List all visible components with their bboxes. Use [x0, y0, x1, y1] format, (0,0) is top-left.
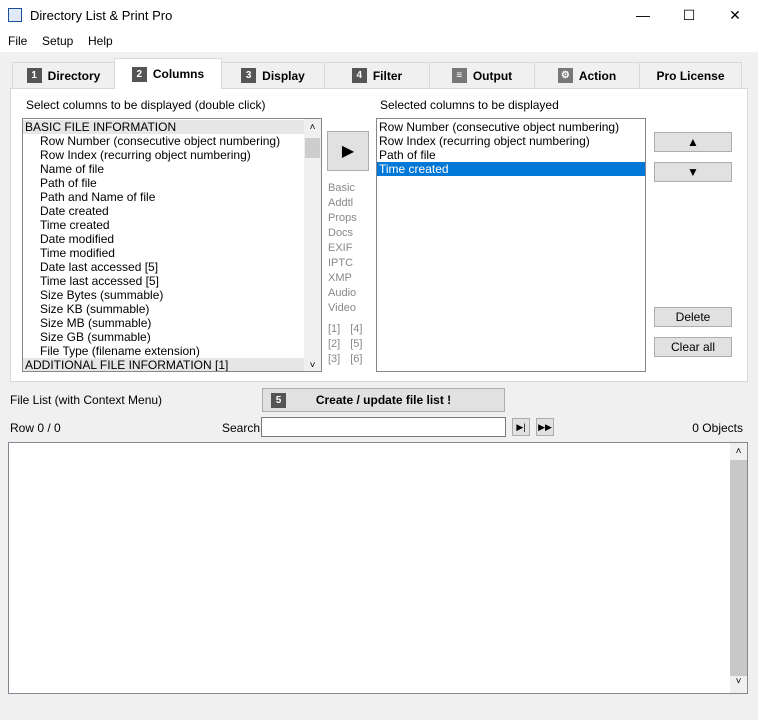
delete-button[interactable]: Delete	[654, 307, 732, 327]
available-column-item[interactable]: Row Number (consecutive object numbering…	[23, 134, 305, 148]
group-link-iptc[interactable]: IPTC	[328, 257, 357, 272]
button-label: Create / update file list !	[315, 393, 452, 407]
tab-number: 1	[26, 68, 42, 83]
footnote-link[interactable]: [2]	[328, 338, 340, 353]
tab-output[interactable]: ≡ Output	[429, 62, 535, 88]
footnote-link[interactable]: [5]	[350, 338, 362, 353]
tab-number: 4	[351, 68, 367, 83]
scroll-thumb[interactable]	[305, 138, 320, 158]
available-column-item[interactable]: Size MB (summable)	[23, 316, 305, 330]
available-column-item[interactable]: Size GB (summable)	[23, 330, 305, 344]
tab-label: Filter	[372, 68, 403, 83]
group-link-exif[interactable]: EXIF	[328, 242, 357, 257]
available-column-item[interactable]: Time last accessed [5]	[23, 274, 305, 288]
selected-columns-label: Selected columns to be displayed	[380, 98, 559, 112]
tab-label: Action	[578, 68, 617, 83]
scroll-down-icon[interactable]: ˅	[304, 360, 321, 371]
footnote-link[interactable]: [1]	[328, 323, 340, 338]
available-column-item[interactable]: Path of file	[23, 176, 305, 190]
available-column-item[interactable]: Row Index (recurring object numbering)	[23, 148, 305, 162]
group-link-video[interactable]: Video	[328, 302, 357, 317]
move-up-button[interactable]: ▲	[654, 132, 732, 152]
selected-column-item[interactable]: Row Index (recurring object numbering)	[377, 134, 645, 148]
tab-label: Columns	[152, 67, 205, 81]
app-icon	[8, 8, 22, 22]
create-file-list-button[interactable]: 5 Create / update file list !	[262, 388, 505, 412]
tab-number: 3	[241, 68, 257, 83]
tab-label: Output	[472, 68, 513, 83]
add-column-button[interactable]: ▶	[327, 131, 369, 171]
row-counter: Row 0 / 0	[10, 421, 61, 435]
maximize-button[interactable]: ☐	[666, 0, 712, 30]
available-column-item[interactable]: Date created	[23, 204, 305, 218]
scroll-up-icon[interactable]: ˄	[730, 443, 747, 460]
available-column-item[interactable]: Size KB (summable)	[23, 302, 305, 316]
available-columns-list[interactable]: BASIC FILE INFORMATION Row Number (consec…	[22, 118, 322, 372]
group-link-basic[interactable]: Basic	[328, 182, 357, 197]
tab-filter[interactable]: 4 Filter	[324, 62, 430, 88]
tab-number: 2	[131, 66, 147, 82]
file-list-table[interactable]: ˄ ˅	[8, 442, 748, 694]
tab-display[interactable]: 3 Display	[221, 62, 325, 88]
scroll-down-icon[interactable]: ˅	[730, 676, 747, 693]
object-count: 0 Objects	[692, 421, 743, 435]
selected-column-item[interactable]: Path of file	[377, 148, 645, 162]
tab-label: Display	[262, 68, 305, 83]
available-column-item[interactable]: Time created	[23, 218, 305, 232]
tab-columns[interactable]: 2 Columns	[114, 58, 222, 89]
minimize-button[interactable]: —	[620, 0, 666, 30]
document-icon: ≡	[451, 68, 467, 83]
available-column-item[interactable]: File Type (filename extension)	[23, 344, 305, 358]
group-link-props[interactable]: Props	[328, 212, 357, 227]
available-column-item[interactable]: Name of file	[23, 162, 305, 176]
file-list-label: File List (with Context Menu)	[10, 393, 163, 407]
group-link-audio[interactable]: Audio	[328, 287, 357, 302]
tab-action[interactable]: ⚙ Action	[534, 62, 640, 88]
horizontal-scrollbar[interactable]	[8, 694, 748, 711]
tab-label: Directory	[47, 68, 101, 83]
group-link-xmp[interactable]: XMP	[328, 272, 357, 287]
find-all-button[interactable]: ▶▶	[536, 418, 554, 436]
available-column-item[interactable]: BASIC FILE INFORMATION	[23, 120, 305, 134]
available-column-item[interactable]: ADDITIONAL FILE INFORMATION [1]	[23, 358, 305, 371]
available-column-item[interactable]: Time modified	[23, 246, 305, 260]
available-columns-label: Select columns to be displayed (double c…	[26, 98, 266, 112]
window-title: Directory List & Print Pro	[30, 8, 173, 23]
step-number: 5	[271, 393, 286, 408]
title-bar: Directory List & Print Pro — ☐ ✕	[0, 0, 758, 30]
search-label: Search	[222, 421, 261, 435]
footnotes: [1] [4] [2] [5] [3] [6]	[328, 323, 362, 368]
footnote-link[interactable]: [6]	[350, 353, 362, 368]
group-link-addtl[interactable]: Addtl	[328, 197, 357, 212]
find-next-button[interactable]: ▶|	[512, 418, 530, 436]
scroll-up-icon[interactable]: ˄	[304, 119, 321, 136]
column-groups: Basic Addtl Props Docs EXIF IPTC XMP Audio Video	[328, 182, 357, 317]
search-input[interactable]	[261, 417, 506, 437]
selected-column-item[interactable]: Row Number (consecutive object numbering…	[377, 120, 645, 134]
menu-bar: File Setup Help	[0, 30, 758, 52]
footnote-link[interactable]: [3]	[328, 353, 340, 368]
tab-label: Pro License	[656, 68, 725, 83]
available-column-item[interactable]: Date last accessed [5]	[23, 260, 305, 274]
available-column-item[interactable]: Date modified	[23, 232, 305, 246]
close-button[interactable]: ✕	[712, 0, 758, 30]
vertical-scrollbar[interactable]: ˄ ˅	[730, 443, 747, 693]
menu-setup[interactable]: Setup	[42, 34, 73, 48]
footnote-link[interactable]: [4]	[350, 323, 362, 338]
group-link-docs[interactable]: Docs	[328, 227, 357, 242]
menu-help[interactable]: Help	[88, 34, 113, 48]
tab-pro-license[interactable]: Pro License	[639, 62, 742, 88]
menu-file[interactable]: File	[8, 34, 27, 48]
scrollbar[interactable]: ˄ ˅	[304, 119, 321, 371]
tab-directory[interactable]: 1 Directory	[12, 62, 115, 88]
available-column-item[interactable]: Size Bytes (summable)	[23, 288, 305, 302]
selected-columns-list[interactable]: Row Number (consecutive object numbering…	[376, 118, 646, 372]
gear-icon: ⚙	[557, 68, 573, 83]
move-down-button[interactable]: ▼	[654, 162, 732, 182]
clear-all-button[interactable]: Clear all	[654, 337, 732, 357]
selected-column-item[interactable]: Time created	[377, 162, 645, 176]
available-column-item[interactable]: Path and Name of file	[23, 190, 305, 204]
